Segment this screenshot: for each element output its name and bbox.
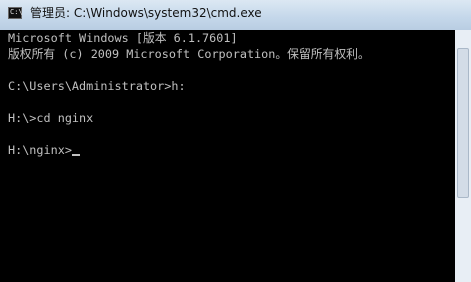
console-line: C:\Users\Administrator>h:: [8, 79, 186, 93]
console-icon-glyph: C:\: [10, 8, 23, 16]
console-line: H:\>cd nginx: [8, 111, 94, 125]
console-icon[interactable]: C:\: [8, 7, 23, 19]
window-title: 管理员: C:\Windows\system32\cmd.exe: [30, 6, 262, 20]
text-cursor: [71, 154, 80, 156]
console-prompt-line[interactable]: H:\nginx>: [8, 143, 80, 157]
title-bar[interactable]: C:\ 管理员: C:\Windows\system32\cmd.exe: [0, 0, 471, 30]
console-line: 版权所有 (c) 2009 Microsoft Corporation。保留所有…: [8, 47, 370, 61]
vertical-scrollbar[interactable]: [455, 30, 471, 282]
scrollbar-thumb[interactable]: [457, 48, 469, 198]
console-line: Microsoft Windows [版本 6.1.7601]: [8, 31, 238, 45]
cmd-window: C:\ 管理员: C:\Windows\system32\cmd.exe Mic…: [0, 0, 471, 282]
console-prompt: H:\nginx>: [8, 143, 72, 157]
console-output[interactable]: Microsoft Windows [版本 6.1.7601] 版权所有 (c)…: [0, 30, 455, 282]
